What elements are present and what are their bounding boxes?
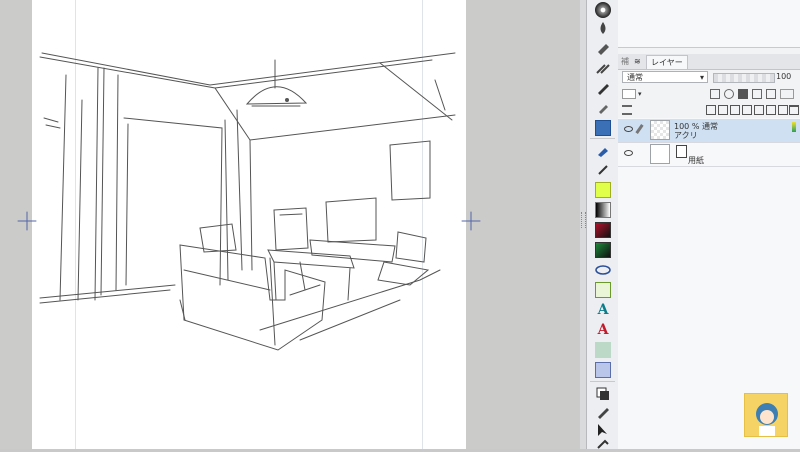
text-red-icon[interactable]: A xyxy=(595,322,611,338)
lock-icon[interactable] xyxy=(738,89,748,99)
brush-icon[interactable] xyxy=(595,162,611,178)
eraser-alt-icon[interactable] xyxy=(595,60,611,76)
water-drop-icon[interactable] xyxy=(595,20,611,36)
trash-icon[interactable] xyxy=(789,105,799,115)
layer-panel: 補 ≋ レイヤー 通常 ▾ 100 ▾ 100 % 通常 アクリ 用紙 xyxy=(618,0,800,449)
avatar xyxy=(744,393,788,437)
mask-icon[interactable] xyxy=(766,89,776,99)
reference-icon[interactable] xyxy=(724,89,734,99)
selection-icon[interactable] xyxy=(595,120,611,136)
cursor-icon[interactable] xyxy=(595,422,611,438)
layer-option-row: ▾ xyxy=(618,86,800,102)
green-gradient-icon[interactable] xyxy=(595,242,611,258)
fill-icon[interactable] xyxy=(595,142,611,158)
opacity-value[interactable]: 100 xyxy=(776,71,796,83)
tab-layer[interactable]: レイヤー xyxy=(646,55,688,69)
merge-down-icon[interactable] xyxy=(754,105,764,115)
eraser-small-icon[interactable] xyxy=(595,182,611,198)
tone-icon[interactable] xyxy=(595,202,611,218)
tab-small[interactable]: 補 xyxy=(621,55,629,68)
chevron-down-icon: ▾ xyxy=(699,73,704,82)
blend-mode-select[interactable]: 通常 ▾ xyxy=(622,71,708,83)
ruler-toggle-icon[interactable] xyxy=(780,89,794,99)
blend-mode-value: 通常 xyxy=(627,73,643,82)
layer-name: 用紙 xyxy=(688,156,704,165)
ellipse-icon[interactable] xyxy=(595,262,611,278)
layer-row-2[interactable]: 用紙 xyxy=(618,143,800,167)
room-sketch xyxy=(17,52,481,351)
perspective-icon[interactable] xyxy=(595,362,611,378)
canvas-workspace[interactable] xyxy=(0,0,580,449)
eraser-icon[interactable] xyxy=(595,40,611,56)
layer-move-icon[interactable] xyxy=(595,386,611,402)
layers-stack-icon[interactable] xyxy=(622,105,632,115)
copy-layer-icon[interactable] xyxy=(742,105,752,115)
layer-action-row xyxy=(618,102,800,119)
new-vector-layer-icon[interactable] xyxy=(718,105,728,115)
marker-icon[interactable] xyxy=(595,100,611,116)
lock-transparency-icon[interactable] xyxy=(752,89,762,99)
blend-row: 通常 ▾ 100 xyxy=(618,70,800,86)
paper-layer-icon xyxy=(676,145,687,158)
panel-tabs: 補 ≋ レイヤー xyxy=(618,54,800,70)
transfer-icon[interactable] xyxy=(778,105,788,115)
text-icon[interactable]: A xyxy=(595,302,611,318)
red-gradient-icon[interactable] xyxy=(595,222,611,238)
pen-icon xyxy=(635,124,644,134)
clip-icon[interactable] xyxy=(710,89,720,99)
new-folder-icon[interactable] xyxy=(730,105,740,115)
mask-add-icon[interactable] xyxy=(766,105,776,115)
layer-name: アクリ xyxy=(674,131,698,140)
new-raster-layer-icon[interactable] xyxy=(706,105,716,115)
opacity-slider[interactable] xyxy=(713,73,775,83)
pen-tool-icon[interactable] xyxy=(595,404,611,420)
color-select-icon[interactable] xyxy=(622,89,636,99)
pencil-status-icon xyxy=(792,122,796,132)
fill-bucket-icon[interactable] xyxy=(595,438,611,449)
tool-palette: A A xyxy=(586,0,619,449)
chevron-down-icon[interactable]: ▾ xyxy=(638,89,646,99)
pen-icon[interactable] xyxy=(595,80,611,96)
figure-icon[interactable] xyxy=(595,342,611,358)
navigator-pane xyxy=(618,0,800,48)
eye-icon[interactable] xyxy=(624,126,633,132)
ruler-icon[interactable] xyxy=(595,282,611,298)
color-wheel-icon[interactable] xyxy=(595,2,611,18)
eye-icon[interactable] xyxy=(624,150,633,156)
layer-thumbnail xyxy=(650,144,670,164)
layer-thumbnail xyxy=(650,120,670,140)
layers-icon: ≋ xyxy=(634,57,641,66)
layer-row-1[interactable]: 100 % 通常 アクリ xyxy=(618,119,800,143)
